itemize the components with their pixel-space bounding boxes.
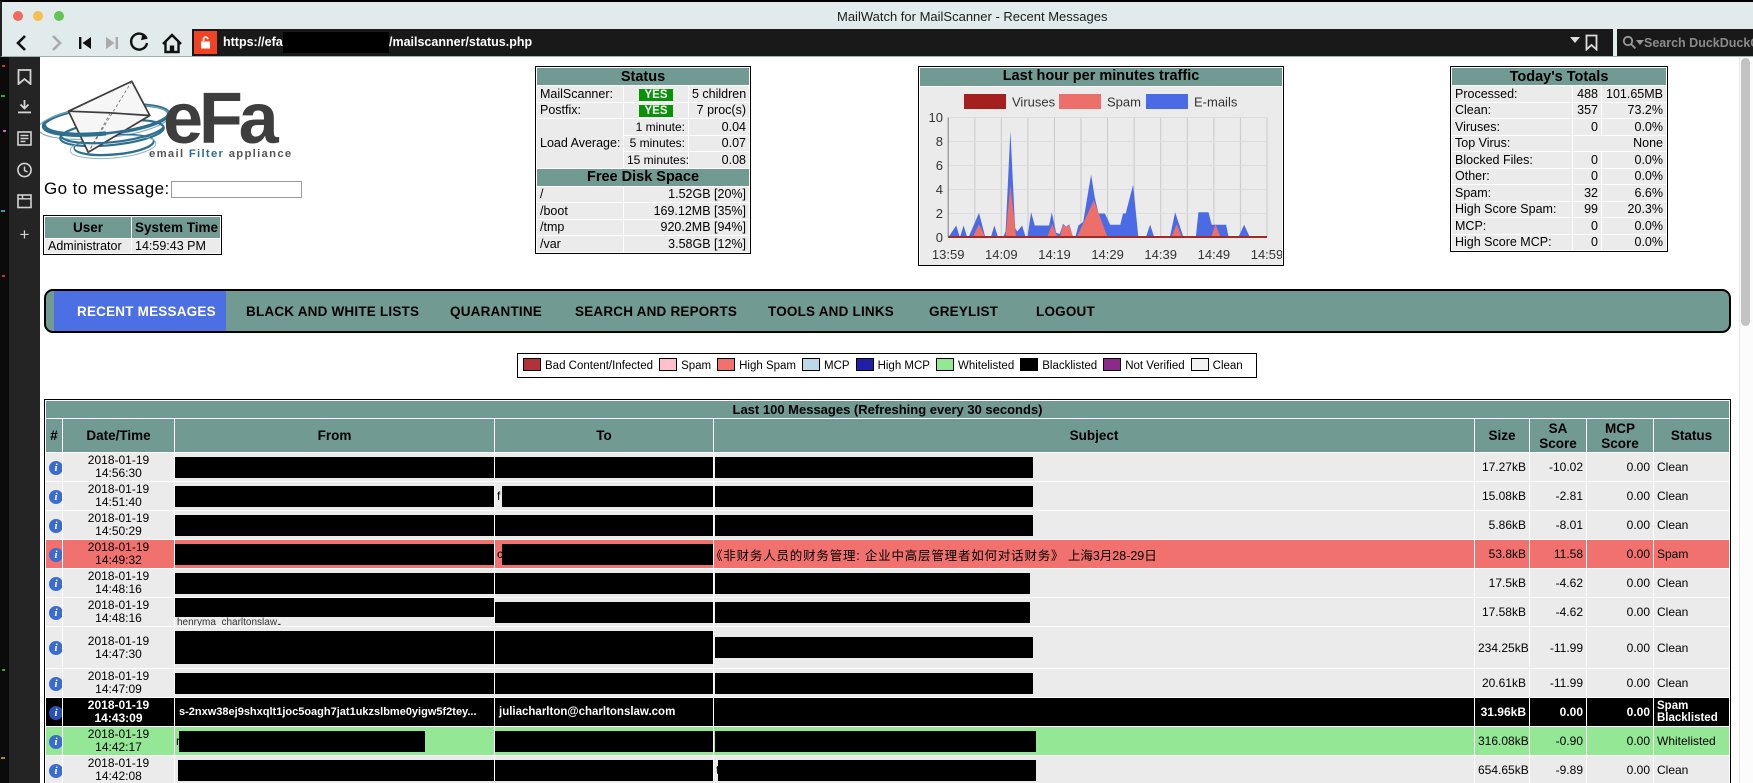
svg-text:14:39: 14:39 bbox=[1144, 247, 1177, 262]
svg-text:14:49: 14:49 bbox=[1198, 247, 1231, 262]
svg-text:Spam: Spam bbox=[1107, 95, 1141, 110]
svg-text:6: 6 bbox=[936, 158, 943, 173]
svg-text:14:09: 14:09 bbox=[985, 247, 1018, 262]
svg-text:E-mails: E-mails bbox=[1194, 95, 1238, 110]
svg-text:email Filter appliance: email Filter appliance bbox=[149, 148, 293, 160]
svg-text:4: 4 bbox=[936, 182, 943, 197]
svg-text:0: 0 bbox=[936, 230, 943, 245]
svg-text:Viruses: Viruses bbox=[1012, 95, 1056, 110]
svg-text:13:59: 13:59 bbox=[932, 247, 965, 262]
svg-text:2: 2 bbox=[936, 206, 943, 221]
svg-text:8: 8 bbox=[936, 134, 943, 149]
svg-text:10: 10 bbox=[929, 110, 943, 125]
svg-text:14:59: 14:59 bbox=[1251, 247, 1282, 262]
svg-text:14:19: 14:19 bbox=[1038, 247, 1071, 262]
svg-text:eFa: eFa bbox=[163, 79, 280, 159]
svg-text:14:29: 14:29 bbox=[1091, 247, 1124, 262]
